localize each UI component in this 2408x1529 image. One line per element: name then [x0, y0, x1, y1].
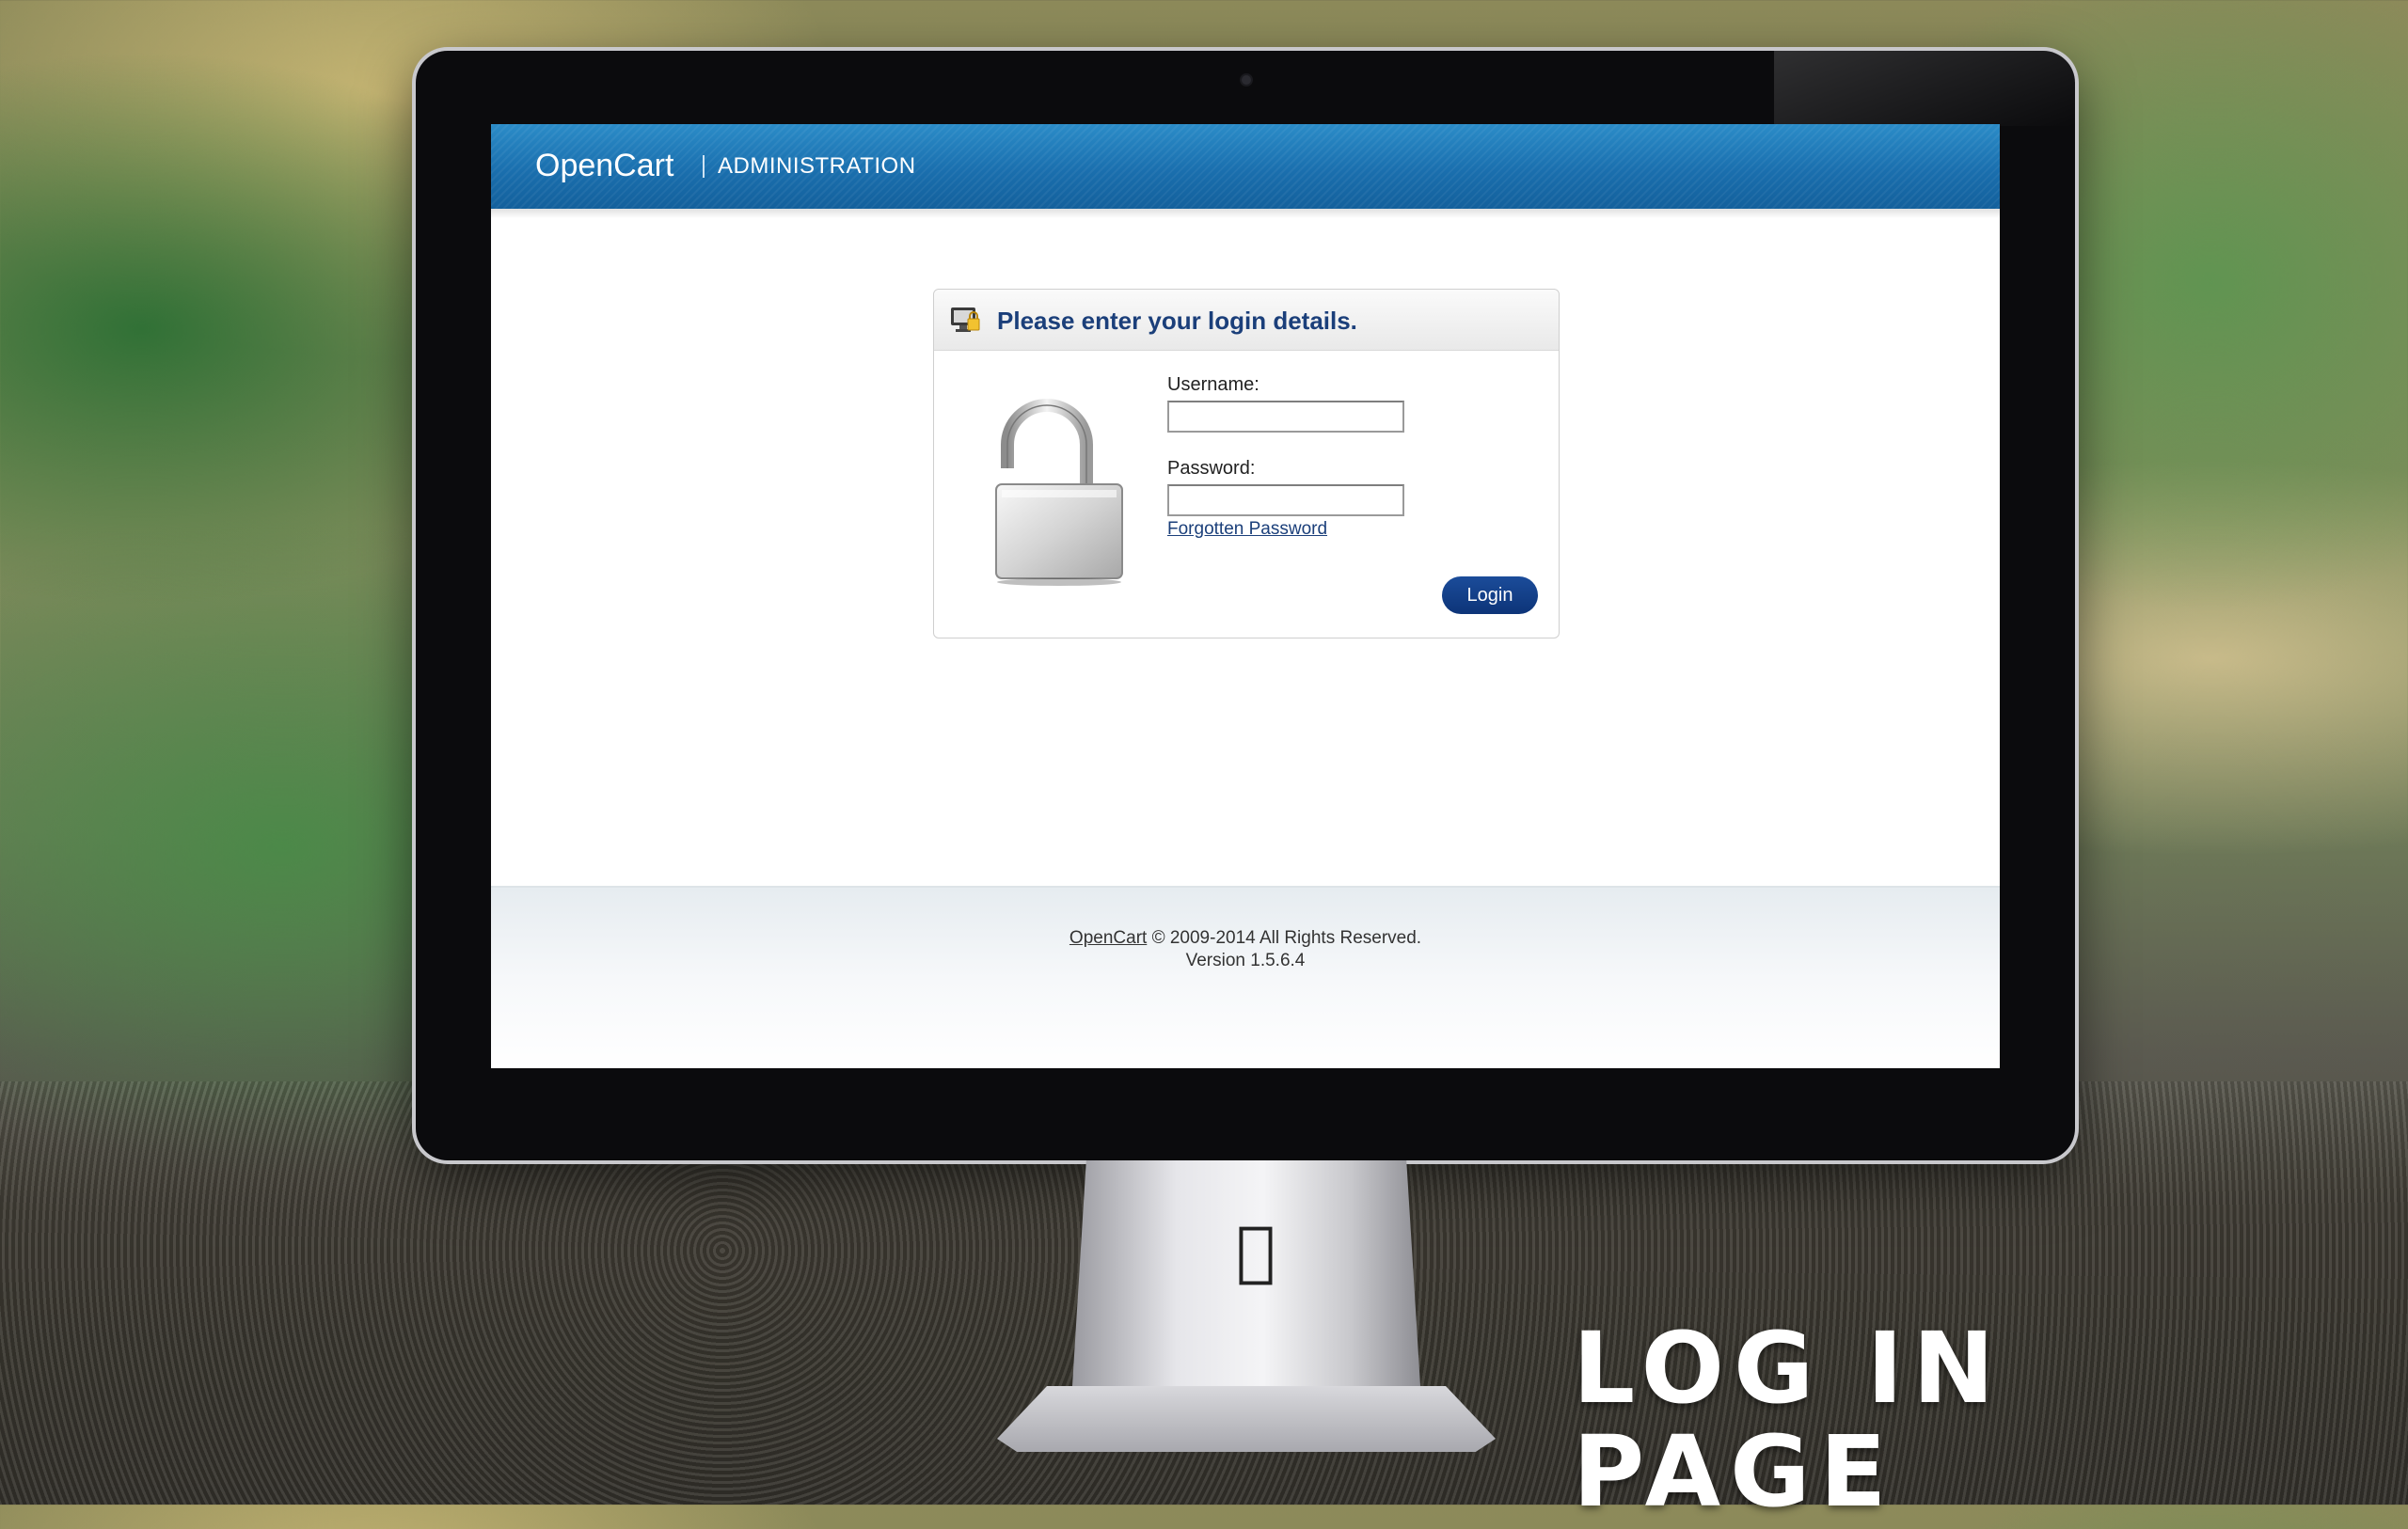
admin-header: OpenCart ADMINISTRATION: [491, 124, 2000, 209]
browser-screen: OpenCart ADMINISTRATION Please enter you…: [491, 124, 2000, 1068]
password-label: Password:: [1167, 458, 1256, 479]
copyright-text: © 2009-2014 All Rights Reserved.: [1147, 928, 1422, 948]
monitor-stand-foot: [997, 1386, 1496, 1452]
apple-logo-icon: : [1223, 1213, 1289, 1288]
padlock-icon: [995, 399, 1123, 586]
page-footer: OpenCart © 2009-2014 All Rights Reserved…: [491, 886, 2000, 1068]
footer-copyright-line: OpenCart © 2009-2014 All Rights Reserved…: [491, 927, 2000, 950]
login-title: Please enter your login details.: [997, 307, 1357, 335]
username-input[interactable]: [1167, 401, 1404, 433]
login-box: Please enter your login details. Usernam…: [933, 289, 1560, 638]
camera-icon: [1242, 75, 1251, 85]
forgotten-password-link[interactable]: Forgotten Password: [1167, 518, 1327, 541]
brand-subtitle: ADMINISTRATION: [718, 153, 916, 179]
login-button[interactable]: Login: [1442, 576, 1538, 614]
header-shadow: [491, 209, 2000, 218]
username-label: Username:: [1167, 374, 1259, 395]
screen-glare: [1774, 51, 2075, 126]
monitor-lock-icon: [951, 307, 980, 332]
page-caption: LOG IN PAGE: [1573, 1311, 2004, 1529]
brand-logo[interactable]: OpenCart: [535, 145, 673, 186]
password-input[interactable]: [1167, 484, 1404, 516]
opencart-link[interactable]: OpenCart: [1069, 928, 1147, 948]
version-text: Version 1.5.6.4: [1185, 951, 1306, 970]
logo-separator: [703, 155, 705, 178]
login-box-header: Please enter your login details.: [934, 290, 1559, 351]
